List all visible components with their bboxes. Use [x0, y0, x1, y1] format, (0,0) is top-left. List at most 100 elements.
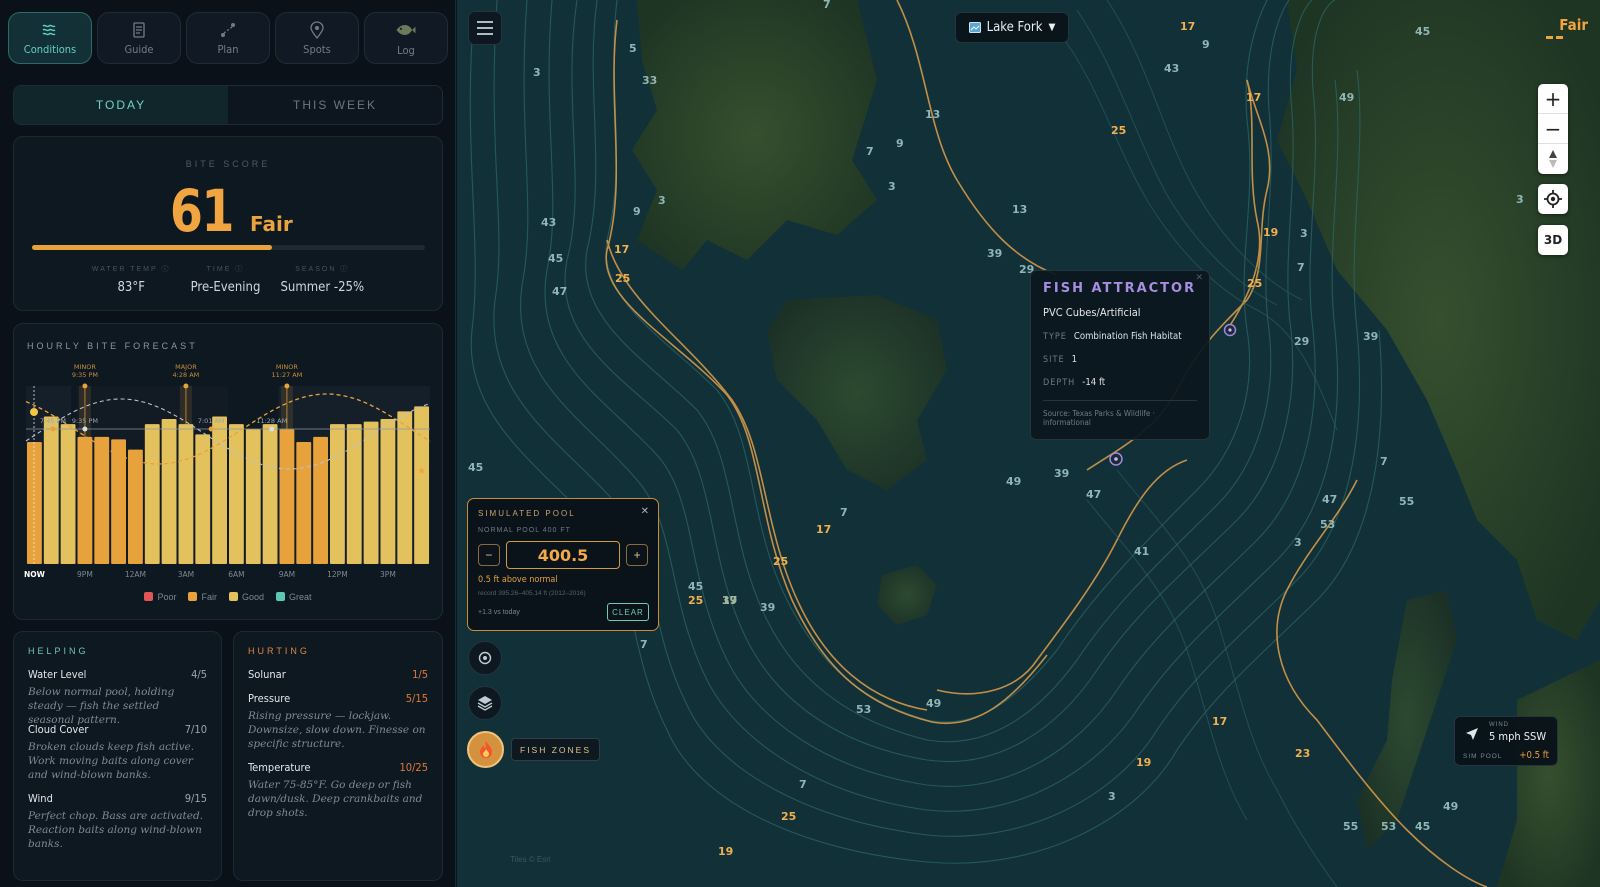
locate-button[interactable]: [1538, 184, 1568, 214]
tab-today[interactable]: TODAY: [14, 86, 228, 124]
depth-label: 43: [1164, 62, 1179, 75]
forecast-bar[interactable]: [330, 424, 345, 564]
factor-desc: Rising pressure — lockjaw. Downsize, slo…: [248, 710, 426, 750]
sim-pool-today: +1.3 vs today: [478, 609, 520, 616]
fish-zones-button[interactable]: [467, 731, 504, 768]
forecast-bar[interactable]: [279, 429, 295, 564]
depth-label: 49: [1443, 800, 1458, 813]
bite-score-value: 61: [170, 177, 235, 245]
forecast-bar[interactable]: [380, 419, 396, 564]
forecast-bar[interactable]: [161, 419, 177, 564]
factor-score: 9/15: [184, 792, 207, 805]
sun-icon: [30, 408, 38, 416]
zoom-in-button[interactable]: +: [1538, 84, 1568, 114]
depth-label: 19: [718, 845, 733, 858]
nav-guide-button[interactable]: Guide: [97, 12, 181, 64]
pin-icon: [310, 20, 324, 39]
forecast-bar[interactable]: [111, 439, 126, 564]
simulated-pool-panel: SIMULATED POOL ✕ NORMAL POOL 400 FT − 40…: [467, 498, 659, 631]
fish-attractor-marker-selected[interactable]: [1109, 452, 1123, 466]
depth-label: 53: [1320, 518, 1335, 531]
forecast-bar[interactable]: [94, 436, 110, 564]
depth-label: 13: [1012, 203, 1027, 216]
factor-pressure: Pressure 5/15 Rising pressure — lockjaw. …: [248, 692, 428, 751]
forecast-bar[interactable]: [60, 424, 76, 564]
forecast-bar[interactable]: [229, 424, 244, 564]
close-icon[interactable]: ✕: [641, 506, 649, 517]
menu-button[interactable]: [468, 11, 502, 45]
sim-pool-record: record 395.26–405.14 ft (2012–2016): [478, 590, 586, 597]
nav-label: Plan: [217, 42, 239, 56]
factor-name: Pressure: [248, 692, 291, 705]
nav-label: Spots: [303, 42, 331, 56]
season-label[interactable]: SEASON ⓘ: [281, 264, 365, 274]
forecast-bar[interactable]: [346, 424, 362, 564]
depth-label: 25: [688, 594, 703, 607]
event-dot: [50, 426, 56, 432]
decrease-pool-button[interactable]: −: [478, 544, 500, 566]
zoom-out-button[interactable]: −: [1538, 114, 1568, 144]
nav-spots-button[interactable]: Spots: [275, 12, 359, 64]
depth-label: 7: [1380, 455, 1388, 468]
popup-depth-row: DEPTH -14 ft: [1043, 377, 1197, 388]
lake-map[interactable]: 7 5 3 33 13 9 7 3 9 3 43 45 47 17 25 13 39 29 25 43 17 25 19 3 7…: [457, 0, 1600, 887]
nav-log-button[interactable]: Log: [364, 12, 448, 64]
compass-button[interactable]: [1538, 144, 1568, 174]
period-type-label: MINOR: [276, 363, 299, 371]
time-label[interactable]: TIME ⓘ: [191, 264, 261, 274]
clear-button[interactable]: CLEAR: [607, 603, 649, 621]
event-time-label: 9:35 PM: [72, 417, 98, 425]
period-time-label: 9:35 PM: [72, 371, 98, 379]
forecast-bar[interactable]: [296, 441, 312, 564]
water-temp-label[interactable]: WATER TEMP ⓘ: [92, 264, 171, 274]
forecast-bar[interactable]: [313, 436, 328, 564]
map-canvas[interactable]: 75333139739343454717251339292543172519 37…: [457, 0, 1600, 887]
forecast-legend: Poor Fair Good Great: [14, 592, 442, 602]
forecast-bar[interactable]: [178, 424, 194, 564]
nav-plan-button[interactable]: Plan: [186, 12, 270, 64]
forecast-bar[interactable]: [363, 421, 379, 564]
factor-desc: Below normal pool, holding steady — fish…: [28, 686, 175, 726]
pool-level-input[interactable]: 400.5: [505, 541, 621, 569]
3d-toggle-button[interactable]: 3D: [1538, 225, 1568, 255]
compass-icon: [1549, 150, 1557, 168]
forecast-bar[interactable]: [128, 449, 143, 564]
legend-label: Great: [289, 592, 312, 602]
forecast-bar[interactable]: [397, 411, 413, 564]
forecast-bar[interactable]: [144, 424, 160, 564]
fish-zones-label[interactable]: FISH ZONES: [511, 738, 601, 761]
hourly-forecast-card: HOURLY BITE FORECAST MINOR 9:35 PM MAJOR 4:…: [13, 323, 443, 620]
forecast-bar[interactable]: [262, 424, 278, 564]
forecast-bar[interactable]: [414, 406, 429, 564]
close-icon[interactable]: ✕: [1195, 272, 1203, 283]
bite-score-card: BITE SCORE 61 Fair WATER TEMP ⓘ 83°F TIM…: [13, 136, 443, 311]
forecast-bar[interactable]: [43, 416, 59, 564]
factor-name: Wind: [28, 792, 53, 805]
depth-label: 3: [658, 194, 666, 207]
x-tick-label: NOW: [24, 570, 46, 579]
tab-this-week[interactable]: THIS WEEK: [228, 86, 442, 124]
depth-label: 39: [1054, 467, 1069, 480]
forecast-bar[interactable]: [77, 436, 93, 564]
fish-attractor-popup: ✕ FISH ATTRACTOR PVC Cubes/Artificial TY…: [1030, 270, 1210, 440]
hourly-forecast-chart[interactable]: MINOR9:35 PMMAJOR4:28 AMMINOR11:27 AM7:4…: [14, 354, 444, 584]
waves-icon: [42, 24, 56, 35]
layers-button[interactable]: [468, 686, 502, 720]
popup-subtitle: PVC Cubes/Artificial: [1043, 306, 1141, 319]
legend-item: Poor: [144, 592, 176, 602]
increase-pool-button[interactable]: +: [626, 544, 649, 566]
x-tick-label: 9PM: [77, 570, 93, 579]
forecast-bar[interactable]: [212, 416, 227, 564]
forecast-bar[interactable]: [27, 441, 42, 564]
fish-attractor-marker[interactable]: [1223, 323, 1237, 337]
waypoint-button[interactable]: [468, 641, 502, 675]
depth-label: 17: [1246, 91, 1261, 104]
event-dot: [208, 426, 214, 432]
depth-label: 17: [614, 243, 629, 256]
depth-label: 7: [866, 145, 874, 158]
nav-conditions-button[interactable]: Conditions: [8, 12, 92, 64]
forecast-bar[interactable]: [245, 429, 261, 564]
forecast-bar[interactable]: [195, 434, 211, 564]
map-rating-badge: Fair: [1559, 16, 1588, 34]
lake-selector[interactable]: Lake Fork ▼: [955, 12, 1069, 43]
